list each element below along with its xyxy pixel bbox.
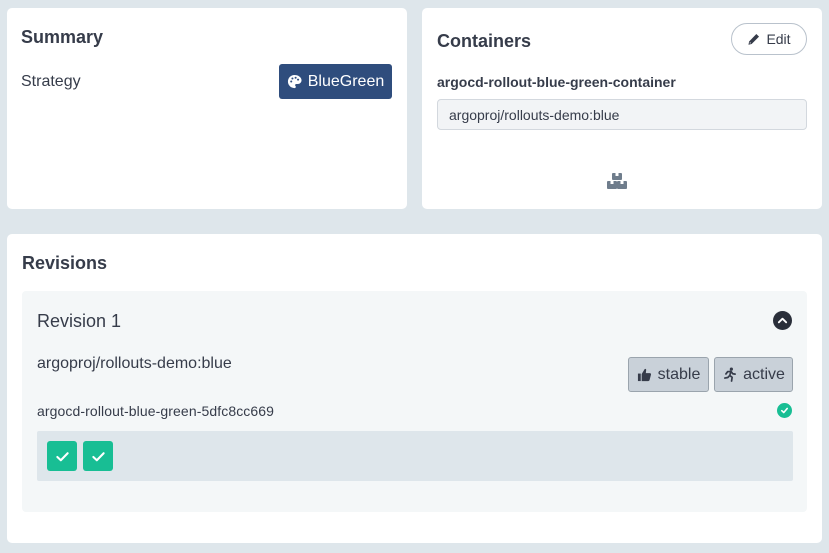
replicaset-name: argocd-rollout-blue-green-5dfc8cc669 xyxy=(37,403,275,419)
strategy-badge: BlueGreen xyxy=(279,64,392,99)
running-icon xyxy=(724,367,737,382)
revisions-card: Revisions Revision 1 argoproj/rollouts-d… xyxy=(7,234,822,543)
container-name: argocd-rollout-blue-green-container xyxy=(437,74,676,90)
chevron-up-icon xyxy=(777,317,788,324)
revision-panel: Revision 1 argoproj/rollouts-demo:blue s… xyxy=(22,291,807,512)
edit-button[interactable]: Edit xyxy=(731,23,807,55)
strategy-label: Strategy xyxy=(21,73,81,90)
summary-card: Summary Strategy BlueGreen xyxy=(7,8,407,209)
edit-button-label: Edit xyxy=(766,31,791,47)
active-tag-label: active xyxy=(743,365,785,383)
revision-title: Revision 1 xyxy=(37,311,122,331)
boxes-icon xyxy=(607,173,627,189)
check-icon xyxy=(55,451,69,461)
containers-title: Containers xyxy=(437,31,532,51)
palette-icon xyxy=(287,74,302,89)
check-icon xyxy=(91,451,105,461)
pod-healthy[interactable] xyxy=(83,441,113,471)
pencil-icon xyxy=(748,33,760,45)
container-image-input[interactable] xyxy=(437,99,807,130)
thumbs-up-icon xyxy=(637,368,651,382)
active-tag: active xyxy=(714,357,793,392)
pods-bar xyxy=(37,431,793,481)
collapse-toggle[interactable] xyxy=(773,311,792,330)
revision-image: argoproj/rollouts-demo:blue xyxy=(37,355,232,372)
containers-card: Containers Edit argocd-rollout-blue-gree… xyxy=(422,8,822,209)
check-icon xyxy=(780,407,789,414)
strategy-value: BlueGreen xyxy=(307,72,385,90)
summary-title: Summary xyxy=(21,27,104,47)
stable-tag-label: stable xyxy=(657,365,701,383)
healthy-status-icon xyxy=(777,403,792,418)
stable-tag: stable xyxy=(628,357,709,392)
revisions-title: Revisions xyxy=(22,253,108,273)
pod-healthy[interactable] xyxy=(47,441,77,471)
